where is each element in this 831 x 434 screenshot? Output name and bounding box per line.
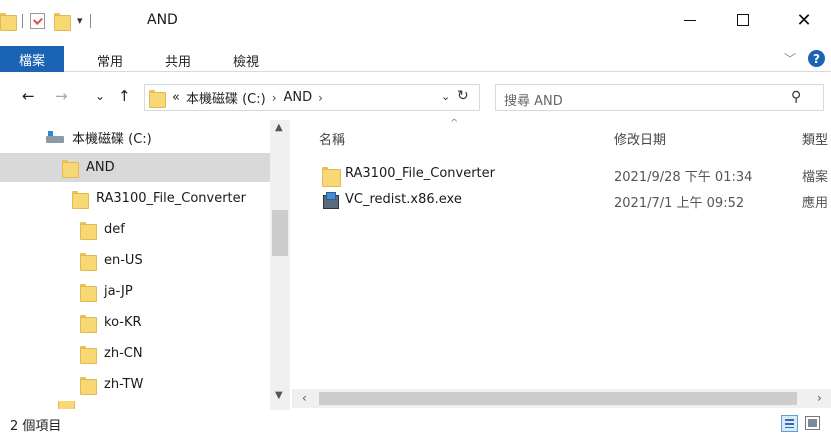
new-folder-icon[interactable] <box>54 12 71 31</box>
tree-item-label: RA3100_File_Converter <box>96 191 246 206</box>
item-count: 2 個項目 <box>10 419 62 434</box>
search-box[interactable]: 搜尋 AND ⚲ <box>495 84 824 111</box>
status-bar: 2 個項目 <box>0 412 831 434</box>
tree-item-def[interactable]: def <box>0 215 270 244</box>
tree-item-ko-kr[interactable]: ko-KR <box>0 308 270 337</box>
tree-item-local-disk[interactable]: 本機磁碟 (C:) <box>0 123 270 152</box>
folder-icon[interactable] <box>0 12 17 31</box>
properties-check-icon[interactable] <box>30 12 45 29</box>
file-type: 檔案 <box>802 170 829 185</box>
search-icon[interactable]: ⚲ <box>791 89 801 105</box>
toolbar-divider <box>89 13 91 28</box>
folder-icon <box>80 221 97 240</box>
tree-item-label: AND <box>86 160 115 175</box>
up-button[interactable]: ↑ <box>118 87 131 105</box>
recent-locations-button[interactable]: ⌄ <box>95 89 105 103</box>
scroll-thumb[interactable] <box>272 210 288 256</box>
tree-item-and[interactable]: AND <box>0 153 270 182</box>
scroll-down-icon[interactable]: ▼ <box>275 390 283 401</box>
scroll-left-icon[interactable]: ‹ <box>302 391 307 405</box>
minimize-icon <box>684 19 696 21</box>
tree-item-label: 本機磁碟 (C:) <box>72 132 152 147</box>
file-date: 2021/7/1 上午 09:52 <box>614 196 745 211</box>
folder-icon <box>80 376 97 395</box>
close-icon: ✕ <box>796 9 812 31</box>
breadcrumb-separator[interactable]: › <box>318 91 323 105</box>
close-button[interactable]: ✕ <box>781 0 827 40</box>
drive-icon <box>46 130 64 145</box>
tab-home[interactable]: 常用 <box>97 51 123 70</box>
file-row[interactable]: RA3100_File_Converter 2021/9/28 下午 01:34… <box>318 164 831 187</box>
tree-item-label: ja-JP <box>104 284 133 299</box>
tree-item-label: def <box>104 222 125 237</box>
large-icons-view-icon[interactable] <box>805 416 820 430</box>
scroll-thumb[interactable] <box>319 392 797 405</box>
navigation-pane: 本機磁碟 (C:) AND RA3100_File_Converter def … <box>0 120 290 410</box>
folder-icon <box>80 283 97 302</box>
customize-toolbar-dropdown[interactable]: ▾ <box>77 14 83 27</box>
breadcrumb-overflow[interactable]: « <box>172 90 180 105</box>
tree-item-partial[interactable] <box>0 401 270 409</box>
tree-item-label: zh-CN <box>104 346 143 361</box>
address-dropdown-icon[interactable]: ⌄ <box>441 90 450 103</box>
details-view-icon[interactable] <box>781 415 798 432</box>
sort-caret-icon: ^ <box>450 118 459 129</box>
folder-icon <box>72 190 89 209</box>
tab-file[interactable]: 檔案 <box>0 46 64 72</box>
maximize-icon <box>737 14 749 26</box>
scroll-up-icon[interactable]: ▲ <box>275 122 283 133</box>
column-header-name[interactable]: 名稱 <box>319 129 345 148</box>
tree-item-zh-cn[interactable]: zh-CN <box>0 339 270 368</box>
maximize-button[interactable] <box>720 0 766 40</box>
tree-item-label: zh-TW <box>104 377 144 392</box>
tree-item-label: en-US <box>104 253 143 268</box>
column-header-type[interactable]: 類型 <box>802 129 828 148</box>
folder-icon <box>80 345 97 364</box>
breadcrumb-drive[interactable]: 本機磁碟 (C:) <box>186 88 266 107</box>
file-name: RA3100_File_Converter <box>345 166 495 181</box>
tab-view[interactable]: 檢視 <box>233 51 259 70</box>
folder-icon <box>62 159 79 178</box>
quick-access-toolbar: ▾ <box>0 12 98 31</box>
help-icon[interactable]: ? <box>808 50 825 67</box>
title-bar: ▾ AND ✕ <box>0 0 831 44</box>
tree-item-en-us[interactable]: en-US <box>0 246 270 275</box>
file-list: ^ 名稱 修改日期 類型 RA3100_File_Converter 2021/… <box>292 118 831 412</box>
file-date: 2021/9/28 下午 01:34 <box>614 170 753 185</box>
tree-item-ra3100[interactable]: RA3100_File_Converter <box>0 184 270 213</box>
file-type: 應用 <box>802 196 829 211</box>
tree-item-zh-tw[interactable]: zh-TW <box>0 370 270 399</box>
column-header-date[interactable]: 修改日期 <box>614 129 666 148</box>
back-button[interactable]: ← <box>22 87 35 105</box>
navigation-bar: ← → ⌄ ↑ « 本機磁碟 (C:) › AND › ⌄ ↻ 搜尋 AND ⚲ <box>0 84 831 112</box>
folder-icon <box>80 252 97 271</box>
tab-share[interactable]: 共用 <box>165 51 191 70</box>
installer-exe-icon <box>322 192 339 209</box>
expand-ribbon-icon[interactable]: ﹀ <box>784 50 796 67</box>
breadcrumb-separator[interactable]: › <box>272 91 277 105</box>
search-input[interactable]: 搜尋 AND <box>504 90 563 109</box>
ribbon-tabs: 檔案 常用 共用 檢視 ﹀ ? <box>0 46 831 72</box>
address-bar[interactable]: « 本機磁碟 (C:) › AND › ⌄ ↻ <box>144 84 480 111</box>
toolbar-divider <box>22 13 23 28</box>
scroll-right-icon[interactable]: › <box>817 391 822 405</box>
content-horizontal-scrollbar[interactable]: ‹ › <box>292 389 831 408</box>
window-title: AND <box>147 12 178 28</box>
refresh-icon[interactable]: ↻ <box>457 88 469 104</box>
tree-item-label: ko-KR <box>104 315 142 330</box>
file-row[interactable]: VC_redist.x86.exe 2021/7/1 上午 09:52 應用 <box>318 190 831 212</box>
folder-icon <box>322 166 341 187</box>
folder-icon <box>58 401 75 409</box>
folder-icon <box>80 314 97 333</box>
tree-item-ja-jp[interactable]: ja-JP <box>0 277 270 306</box>
tree-vertical-scrollbar[interactable]: ▲ ▼ <box>270 120 290 410</box>
breadcrumb-and[interactable]: AND <box>284 90 313 105</box>
folder-icon <box>149 89 166 108</box>
file-name: VC_redist.x86.exe <box>345 192 462 207</box>
forward-button[interactable]: → <box>55 87 68 105</box>
minimize-button[interactable] <box>667 0 713 40</box>
